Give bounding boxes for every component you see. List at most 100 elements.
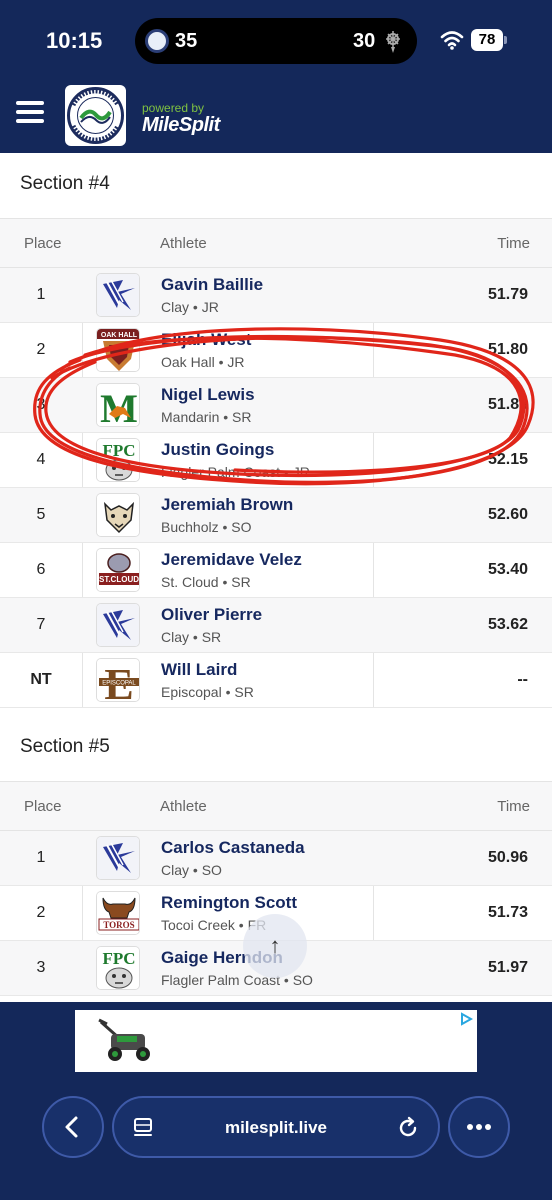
athlete-school[interactable]: Flagler Palm Coast • JR [161,464,310,480]
team-logo-icon [145,29,169,53]
place: 3 [36,396,46,413]
ad-choices-icon[interactable] [459,1012,473,1026]
place: 2 [36,904,46,921]
address-bar[interactable]: milesplit.live [112,1096,440,1158]
svg-text:FPC: FPC [102,441,135,460]
chevron-left-icon [65,1116,78,1138]
browser-bottom-area: milesplit.live [0,1002,552,1200]
result-time: 52.60 [487,506,528,523]
svg-text:TOROS: TOROS [103,920,134,930]
result-time: 50.96 [487,849,528,866]
table-row[interactable]: 3 M Nigel Lewis Mandarin • SR 51.83 [0,378,552,433]
athlete-name[interactable]: Oliver Pierre [161,605,262,625]
svg-text:FPC: FPC [102,949,135,968]
table-header: Place Athlete Time [0,219,552,268]
results-table-section-4: Place Athlete Time 1 Gavin Baillie Clay … [0,218,552,708]
more-options-button[interactable] [448,1096,510,1158]
place: NT [30,671,52,688]
result-time: 51.80 [487,341,528,358]
athlete-name[interactable]: Gavin Baillie [161,275,263,295]
athlete-name[interactable]: Jeremiah Brown [161,495,293,515]
athlete-school[interactable]: Oak Hall • JR [161,354,244,370]
episcopal-logo: EEPISCOPAL [96,658,140,702]
place: 7 [36,616,46,633]
place: 2 [36,341,46,358]
status-time: 10:15 [46,28,103,53]
battery-tip [504,36,507,44]
milesplit-brand[interactable]: MileSplit [142,114,220,137]
svg-text:ST.CLOUD: ST.CLOUD [99,575,139,584]
section-title: Section #4 [20,173,110,194]
clay-logo [96,836,140,880]
column-time[interactable]: Time [497,798,530,815]
place: 5 [36,506,46,523]
column-time[interactable]: Time [497,235,530,252]
column-athlete[interactable]: Athlete [160,798,207,815]
athlete-name[interactable]: Carlos Castaneda [161,838,305,858]
athlete-name[interactable]: Remington Scott [161,893,297,913]
table-row[interactable]: NT EEPISCOPAL Will Laird Episcopal • SR … [0,653,552,708]
mandarin-logo: M [96,383,140,427]
athlete-school[interactable]: Episcopal • SR [161,684,254,700]
table-row[interactable]: 1 Gavin Baillie Clay • JR 51.79 [0,268,552,323]
svg-text:EPISCOPAL: EPISCOPAL [102,681,136,687]
athlete-name[interactable]: Nigel Lewis [161,385,255,405]
place: 6 [36,561,46,578]
athlete-name[interactable]: Jeremidave Velez [161,550,302,570]
result-time: 51.97 [487,959,528,976]
oak-hall-logo: OAK HALL [96,328,140,372]
more-dots-icon [467,1124,491,1130]
reload-icon[interactable] [396,1116,420,1140]
result-time: 53.40 [487,561,528,578]
tocoi-creek-logo: TOROS [96,891,140,935]
url-text[interactable]: milesplit.live [114,1118,438,1138]
st-cloud-logo: ST.CLOUD [96,548,140,592]
athlete-school[interactable]: Flagler Palm Coast • SO [161,972,313,988]
result-time: 51.83 [487,396,528,413]
athlete-school[interactable]: Mandarin • SR [161,409,252,425]
table-body: 1 Gavin Baillie Clay • JR 51.79 2 OAK HA… [0,268,552,708]
athlete-school[interactable]: Buchholz • SO [161,519,252,535]
place: 1 [36,286,46,303]
table-row[interactable]: 2 OAK HALL Elijah West Oak Hall • JR 51.… [0,323,552,378]
column-place[interactable]: Place [24,798,62,815]
arrow-up-icon: ↑ [269,933,281,958]
table-row[interactable]: 4 FPC Justin Goings Flagler Palm Coast •… [0,433,552,488]
clay-logo [96,273,140,317]
column-athlete[interactable]: Athlete [160,235,207,252]
table-header: Place Athlete Time [0,782,552,831]
spurs-logo-icon [386,31,400,53]
jacksonville-athletic-club-logo[interactable] [65,85,126,146]
athlete-school[interactable]: Clay • JR [161,299,219,315]
table-row[interactable]: 5 Jeremiah Brown Buchholz • SO 52.60 [0,488,552,543]
powered-by-label: powered by [142,101,205,115]
flagler-palm-coast-logo: FPC [96,946,140,990]
table-row[interactable]: 7 Oliver Pierre Clay • SR 53.62 [0,598,552,653]
scroll-to-top-button[interactable]: ↑ [243,914,307,978]
clay-logo [96,603,140,647]
place: 4 [36,451,46,468]
flagler-palm-coast-logo: FPC [96,438,140,482]
place: 3 [36,959,46,976]
buchholz-logo [96,493,140,537]
battery-indicator: 78 [471,29,503,51]
result-time: 52.15 [487,451,528,468]
athlete-school[interactable]: Clay • SO [161,862,222,878]
wifi-icon [440,31,464,50]
result-time: 51.79 [487,286,528,303]
column-place[interactable]: Place [24,235,62,252]
athlete-school[interactable]: St. Cloud • SR [161,574,251,590]
live-activity-scoreboard[interactable]: 35 30 [135,18,417,64]
athlete-school[interactable]: Clay • SR [161,629,221,645]
app-header: 10:15 35 30 78 powered by MileSplit [0,0,552,153]
athlete-name[interactable]: Justin Goings [161,440,274,460]
back-button[interactable] [42,1096,104,1158]
menu-icon[interactable] [16,101,44,123]
advertisement-banner[interactable] [75,1010,477,1072]
athlete-name[interactable]: Will Laird [161,660,237,680]
result-time: 51.73 [487,904,528,921]
table-row[interactable]: 6 ST.CLOUD Jeremidave Velez St. Cloud • … [0,543,552,598]
table-row[interactable]: 1 Carlos Castaneda Clay • SO 50.96 [0,831,552,886]
score-right: 30 [353,30,376,52]
athlete-name[interactable]: Elijah West [161,330,251,350]
